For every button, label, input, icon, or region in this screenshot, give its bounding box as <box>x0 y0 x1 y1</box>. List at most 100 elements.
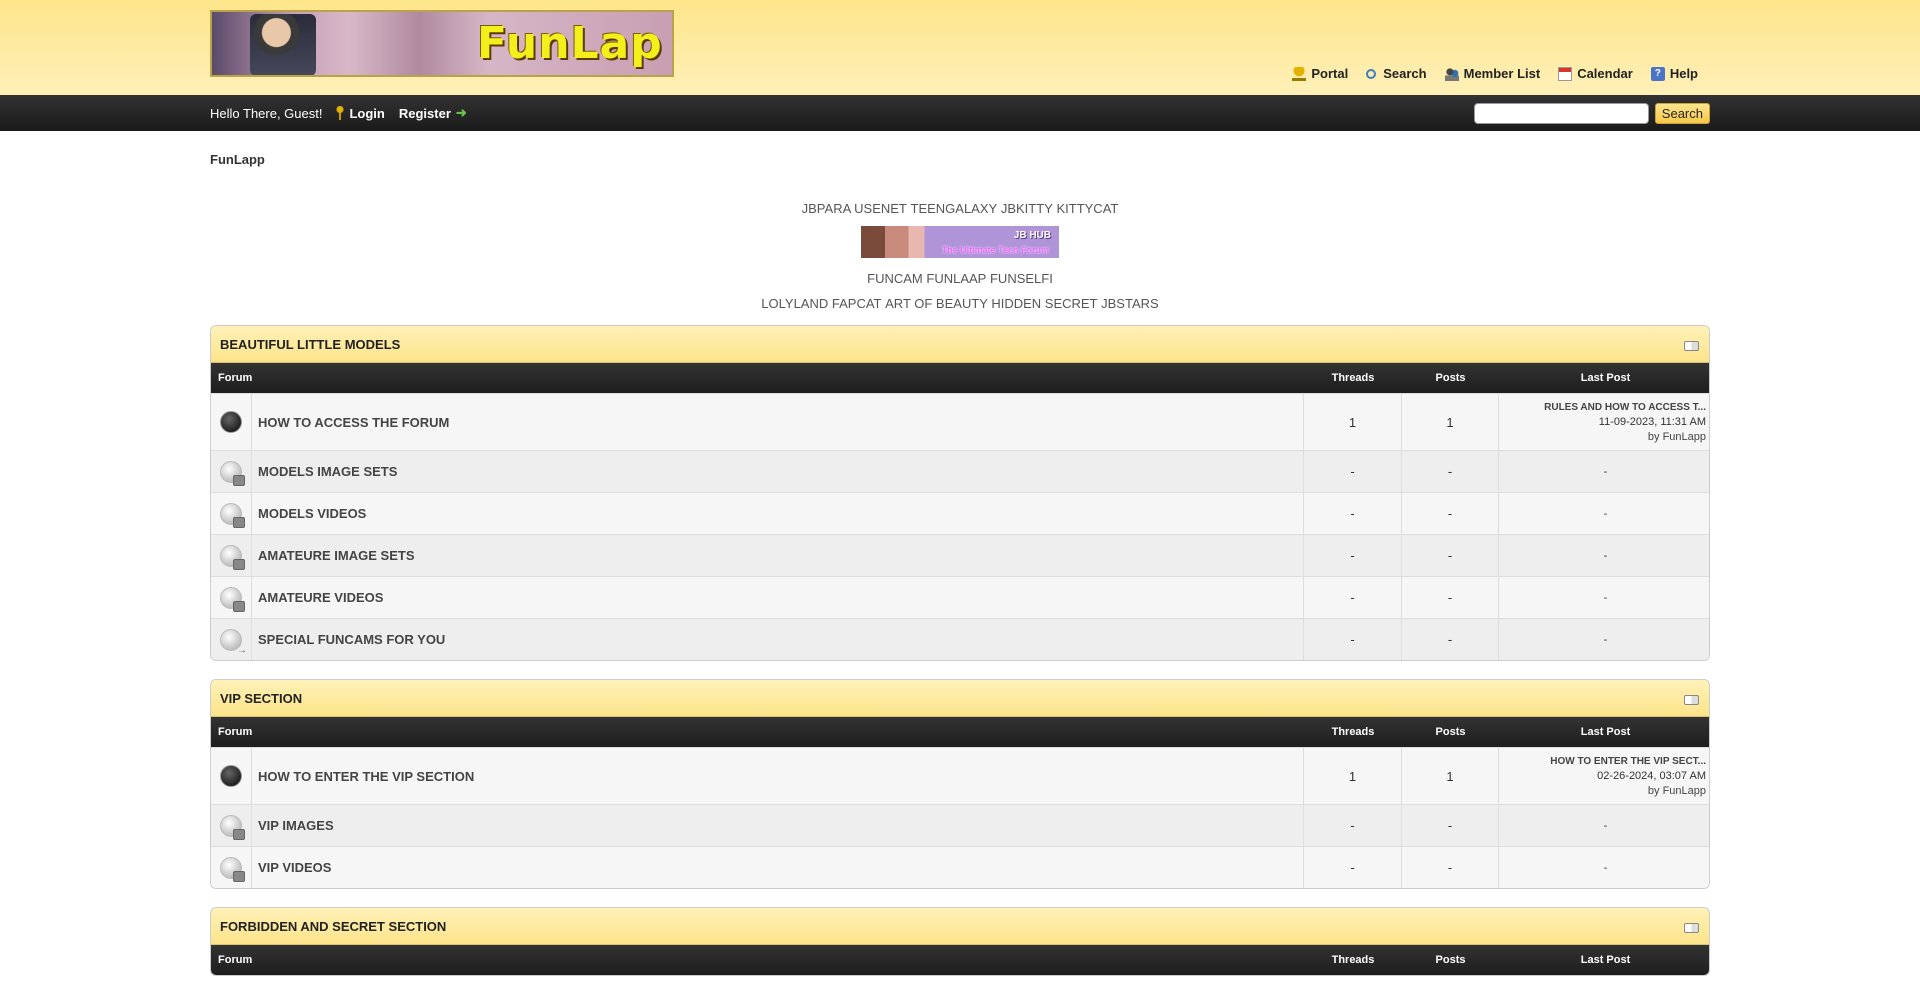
last-post-title[interactable]: HOW TO ENTER THE VIP SECT... <box>1550 754 1706 769</box>
forum-new-posts-icon[interactable] <box>220 765 242 787</box>
portal-icon <box>1292 66 1307 81</box>
forum-locked-icon[interactable] <box>220 502 245 528</box>
logo-text: FunLap <box>477 18 663 69</box>
forum-link[interactable]: AMATEURE VIDEOS <box>252 577 1304 618</box>
last-post-info: - <box>1603 549 1608 562</box>
forum-row: SPECIAL FUNCAMS FOR YOU - - - <box>211 618 1709 660</box>
collapse-icon[interactable] <box>1684 341 1699 351</box>
site-logo[interactable]: FunLap <box>210 10 674 77</box>
banner-link[interactable]: FUNLAAP <box>926 271 986 286</box>
forum-locked-icon[interactable] <box>220 856 245 882</box>
register-link[interactable]: Register ➜ <box>399 105 467 121</box>
last-post-info: - <box>1603 465 1608 478</box>
last-post-by: by <box>1647 430 1660 443</box>
logo-image <box>250 14 316 75</box>
col-last-post: Last Post <box>1580 726 1631 738</box>
post-count: - <box>1402 619 1499 660</box>
column-headers: Forum Threads Posts Last Post <box>211 363 1709 393</box>
post-count: 1 <box>1402 394 1499 450</box>
top-nav: Portal Search Member List Calendar ? Help <box>1292 66 1698 81</box>
forum-row: VIP VIDEOS - - - <box>211 846 1709 888</box>
site-header: FunLap Portal Search Member List Calenda… <box>0 0 1920 95</box>
banner-link[interactable]: FAPCAT <box>832 296 882 311</box>
forum-row: AMATEURE IMAGE SETS - - - <box>211 534 1709 576</box>
search-icon <box>1366 68 1377 79</box>
last-post-date: 11-09-2023, 11:31 AM <box>1598 415 1706 428</box>
banner-link[interactable]: TEENGALAXY <box>911 201 998 216</box>
collapse-icon[interactable] <box>1684 695 1699 705</box>
search-input[interactable] <box>1473 102 1649 124</box>
category-title[interactable]: FORBIDDEN AND SECRET SECTION <box>220 919 446 934</box>
banner-link[interactable]: JBKITTY <box>1001 201 1053 216</box>
partner-banners: JBPARA USENET TEENGALAXY JBKITTY KITTYCA… <box>210 201 1710 311</box>
col-forum: Forum <box>218 372 253 384</box>
forum-category: VIP SECTION Forum Threads Posts Last Pos… <box>210 679 1710 889</box>
nav-search[interactable]: Search <box>1366 66 1427 81</box>
forum-link[interactable]: MODELS IMAGE SETS <box>252 451 1304 492</box>
col-threads: Threads <box>1331 726 1375 738</box>
forum-locked-icon[interactable] <box>220 544 245 570</box>
col-last-post: Last Post <box>1580 954 1631 966</box>
forum-locked-icon[interactable] <box>220 814 245 840</box>
banner-link[interactable]: FUNCAM <box>867 271 923 286</box>
banner-link[interactable]: ART OF BEAUTY HIDDEN SECRET <box>885 296 1097 311</box>
forum-new-posts-icon[interactable] <box>220 411 242 433</box>
col-posts: Posts <box>1435 954 1466 966</box>
forum-link[interactable]: MODELS VIDEOS <box>252 493 1304 534</box>
banner-row: LOLYLAND FAPCAT ART OF BEAUTY HIDDEN SEC… <box>210 296 1710 311</box>
col-forum: Forum <box>218 954 253 966</box>
forum-row: AMATEURE VIDEOS - - - <box>211 576 1709 618</box>
post-count: - <box>1402 451 1499 492</box>
forum-locked-icon[interactable] <box>220 460 245 486</box>
banner-link[interactable]: JBSTARS <box>1101 296 1159 311</box>
post-count: - <box>1402 535 1499 576</box>
banner-link[interactable]: LOLYLAND <box>761 296 828 311</box>
col-threads: Threads <box>1331 954 1375 966</box>
col-threads: Threads <box>1331 372 1375 384</box>
collapse-icon[interactable] <box>1684 923 1699 933</box>
category-title[interactable]: VIP SECTION <box>220 691 302 706</box>
last-post-user[interactable]: FunLapp <box>1663 431 1706 443</box>
thread-count: - <box>1304 847 1402 888</box>
login-link[interactable]: Login <box>336 106 385 121</box>
thread-count: - <box>1304 805 1402 846</box>
search-button[interactable]: Search <box>1654 102 1710 124</box>
category-title[interactable]: BEAUTIFUL LITTLE MODELS <box>220 337 400 352</box>
forum-category: BEAUTIFUL LITTLE MODELS Forum Threads Po… <box>210 325 1710 661</box>
last-post-title[interactable]: RULES AND HOW TO ACCESS T... <box>1544 400 1706 415</box>
jbhub-banner[interactable]: JB HUB The Ultimate Teen Forum <box>861 226 1059 258</box>
forum-category: FORBIDDEN AND SECRET SECTION Forum Threa… <box>210 907 1710 976</box>
forum-link[interactable]: VIP VIDEOS <box>252 847 1304 888</box>
nav-calendar[interactable]: Calendar <box>1558 66 1633 81</box>
col-last-post: Last Post <box>1580 372 1631 384</box>
last-post-info: RULES AND HOW TO ACCESS T... 11-09-2023,… <box>1499 394 1709 450</box>
column-headers: Forum Threads Posts Last Post <box>211 945 1709 975</box>
thread-count: - <box>1304 451 1402 492</box>
category-header: BEAUTIFUL LITTLE MODELS <box>211 326 1709 363</box>
thread-count: 1 <box>1304 748 1402 804</box>
nav-portal[interactable]: Portal <box>1292 66 1348 81</box>
breadcrumb[interactable]: FunLapp <box>210 152 1710 167</box>
thread-count: - <box>1304 493 1402 534</box>
banner-link[interactable]: FUNSELFI <box>990 271 1053 286</box>
last-post-info: - <box>1603 633 1608 646</box>
banner-row: FUNCAM FUNLAAP FUNSELFI <box>210 271 1710 286</box>
forum-link[interactable]: SPECIAL FUNCAMS FOR YOU <box>252 619 1304 660</box>
thread-count: - <box>1304 619 1402 660</box>
forum-locked-icon[interactable] <box>220 586 245 612</box>
last-post-info: - <box>1603 861 1608 874</box>
forum-row: VIP IMAGES - - - <box>211 804 1709 846</box>
forum-redirect-icon[interactable] <box>220 628 247 656</box>
col-posts: Posts <box>1435 726 1466 738</box>
nav-help[interactable]: ? Help <box>1650 66 1698 81</box>
banner-link[interactable]: KITTYCAT <box>1056 201 1118 216</box>
forum-link[interactable]: AMATEURE IMAGE SETS <box>252 535 1304 576</box>
banner-link[interactable]: JBPARA USENET <box>802 201 907 216</box>
last-post-user[interactable]: FunLapp <box>1663 785 1706 797</box>
nav-member-list[interactable]: Member List <box>1444 66 1540 81</box>
key-icon <box>336 106 345 120</box>
category-header: FORBIDDEN AND SECRET SECTION <box>211 908 1709 945</box>
forum-link[interactable]: HOW TO ACCESS THE FORUM <box>252 394 1304 450</box>
forum-link[interactable]: HOW TO ENTER THE VIP SECTION <box>252 748 1304 804</box>
forum-link[interactable]: VIP IMAGES <box>252 805 1304 846</box>
